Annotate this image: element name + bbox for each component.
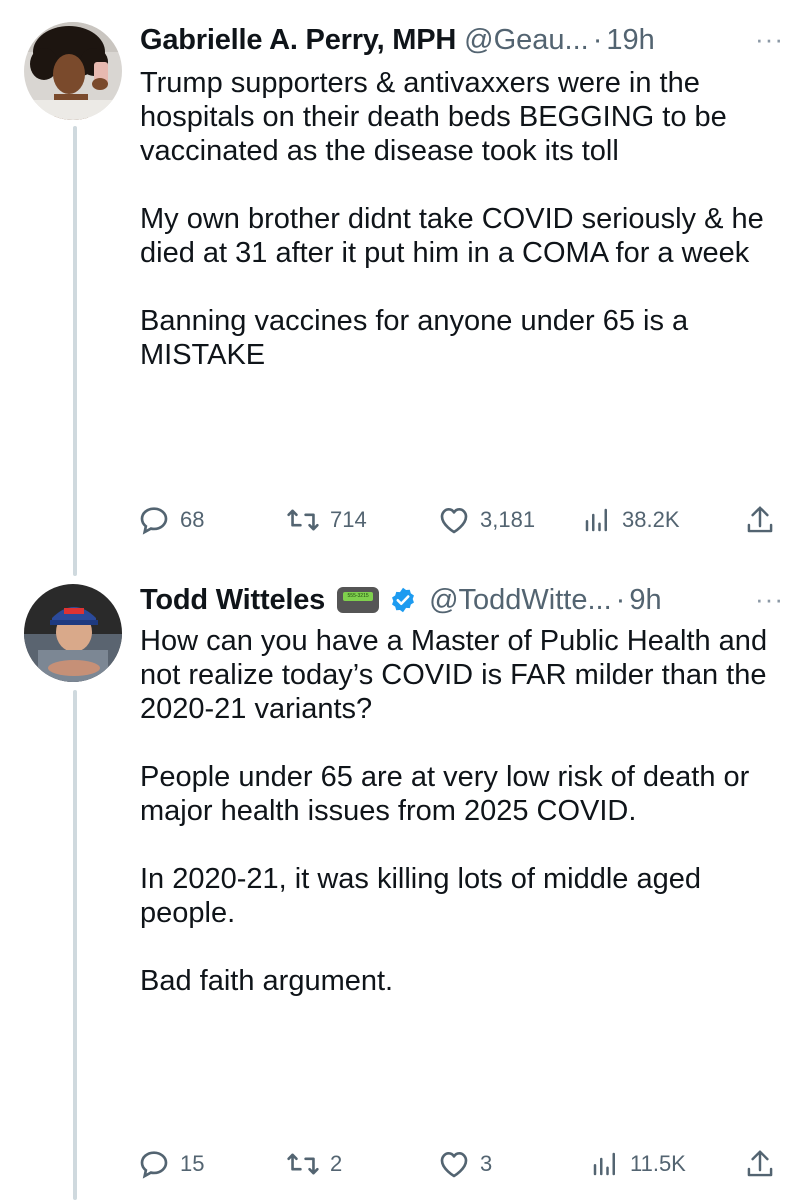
- avatar[interactable]: [24, 584, 122, 682]
- reply-count: 68: [180, 507, 205, 532]
- more-icon[interactable]: ···: [755, 584, 784, 615]
- like-button[interactable]: 3: [438, 1149, 492, 1179]
- share-icon: [747, 506, 773, 533]
- reply-count: 15: [180, 1151, 205, 1176]
- pager-screen: 555-3215: [343, 592, 374, 601]
- like-icon: [440, 1152, 468, 1178]
- reply-button[interactable]: 68: [138, 504, 204, 536]
- retweet-count: 714: [330, 507, 367, 532]
- views-icon: [593, 1152, 615, 1176]
- tweet-1[interactable]: Gabrielle A. Perry, MPH @Geau... · 19h ·…: [0, 0, 806, 560]
- share-button[interactable]: [745, 1148, 775, 1180]
- reply-button[interactable]: 15: [138, 1148, 204, 1180]
- tweet-text: How can you have a Master of Public Heal…: [140, 625, 768, 997]
- tweet-2[interactable]: Todd Witteles 555-3215 @ToddWitte... · 9…: [0, 578, 806, 1200]
- retweet-icon: [287, 1153, 319, 1175]
- avatar[interactable]: [24, 22, 122, 120]
- views-count: 11.5K: [630, 1151, 686, 1176]
- handle[interactable]: @ToddWitte...: [429, 581, 612, 619]
- separator: ·: [592, 24, 603, 56]
- timestamp[interactable]: 9h: [629, 581, 661, 619]
- like-count: 3,181: [480, 507, 536, 532]
- share-icon: [747, 1150, 773, 1177]
- handle[interactable]: @Geau...: [464, 21, 589, 59]
- avatar-image: [24, 22, 122, 120]
- display-name[interactable]: Todd Witteles: [140, 581, 325, 619]
- verified-badge-icon: [392, 587, 415, 613]
- retweet-button[interactable]: 2: [286, 1149, 342, 1179]
- like-count: 3: [480, 1151, 493, 1176]
- like-button[interactable]: 3,181: [438, 505, 535, 535]
- tweet-actions: 68 714 3,181 38.2K: [0, 500, 806, 540]
- separator: ·: [615, 584, 626, 616]
- retweet-count: 2: [330, 1151, 343, 1176]
- pager-icon: 555-3215: [337, 587, 380, 613]
- timestamp[interactable]: 19h: [606, 21, 654, 59]
- avatar-image: [24, 584, 122, 682]
- more-icon[interactable]: ···: [755, 24, 784, 55]
- reply-icon: [140, 1151, 168, 1179]
- retweet-icon: [287, 509, 319, 531]
- views-button[interactable]: 38.2K: [582, 505, 680, 535]
- tweet-header: Gabrielle A. Perry, MPH @Geau... · 19h: [140, 20, 786, 60]
- views-count: 38.2K: [622, 507, 680, 532]
- retweet-button[interactable]: 714: [286, 505, 367, 535]
- display-name[interactable]: Gabrielle A. Perry, MPH: [140, 21, 456, 59]
- tweet-header: Todd Witteles 555-3215 @ToddWitte... · 9…: [140, 580, 786, 620]
- tweet-text: Trump supporters & antivaxxers were in t…: [140, 67, 764, 371]
- like-icon: [440, 508, 468, 534]
- views-icon: [585, 508, 607, 532]
- reply-icon: [140, 507, 168, 535]
- views-button[interactable]: 11.5K: [590, 1149, 686, 1179]
- tweet-actions: 15 2 3 11.5K: [0, 1144, 806, 1184]
- share-button[interactable]: [745, 504, 775, 536]
